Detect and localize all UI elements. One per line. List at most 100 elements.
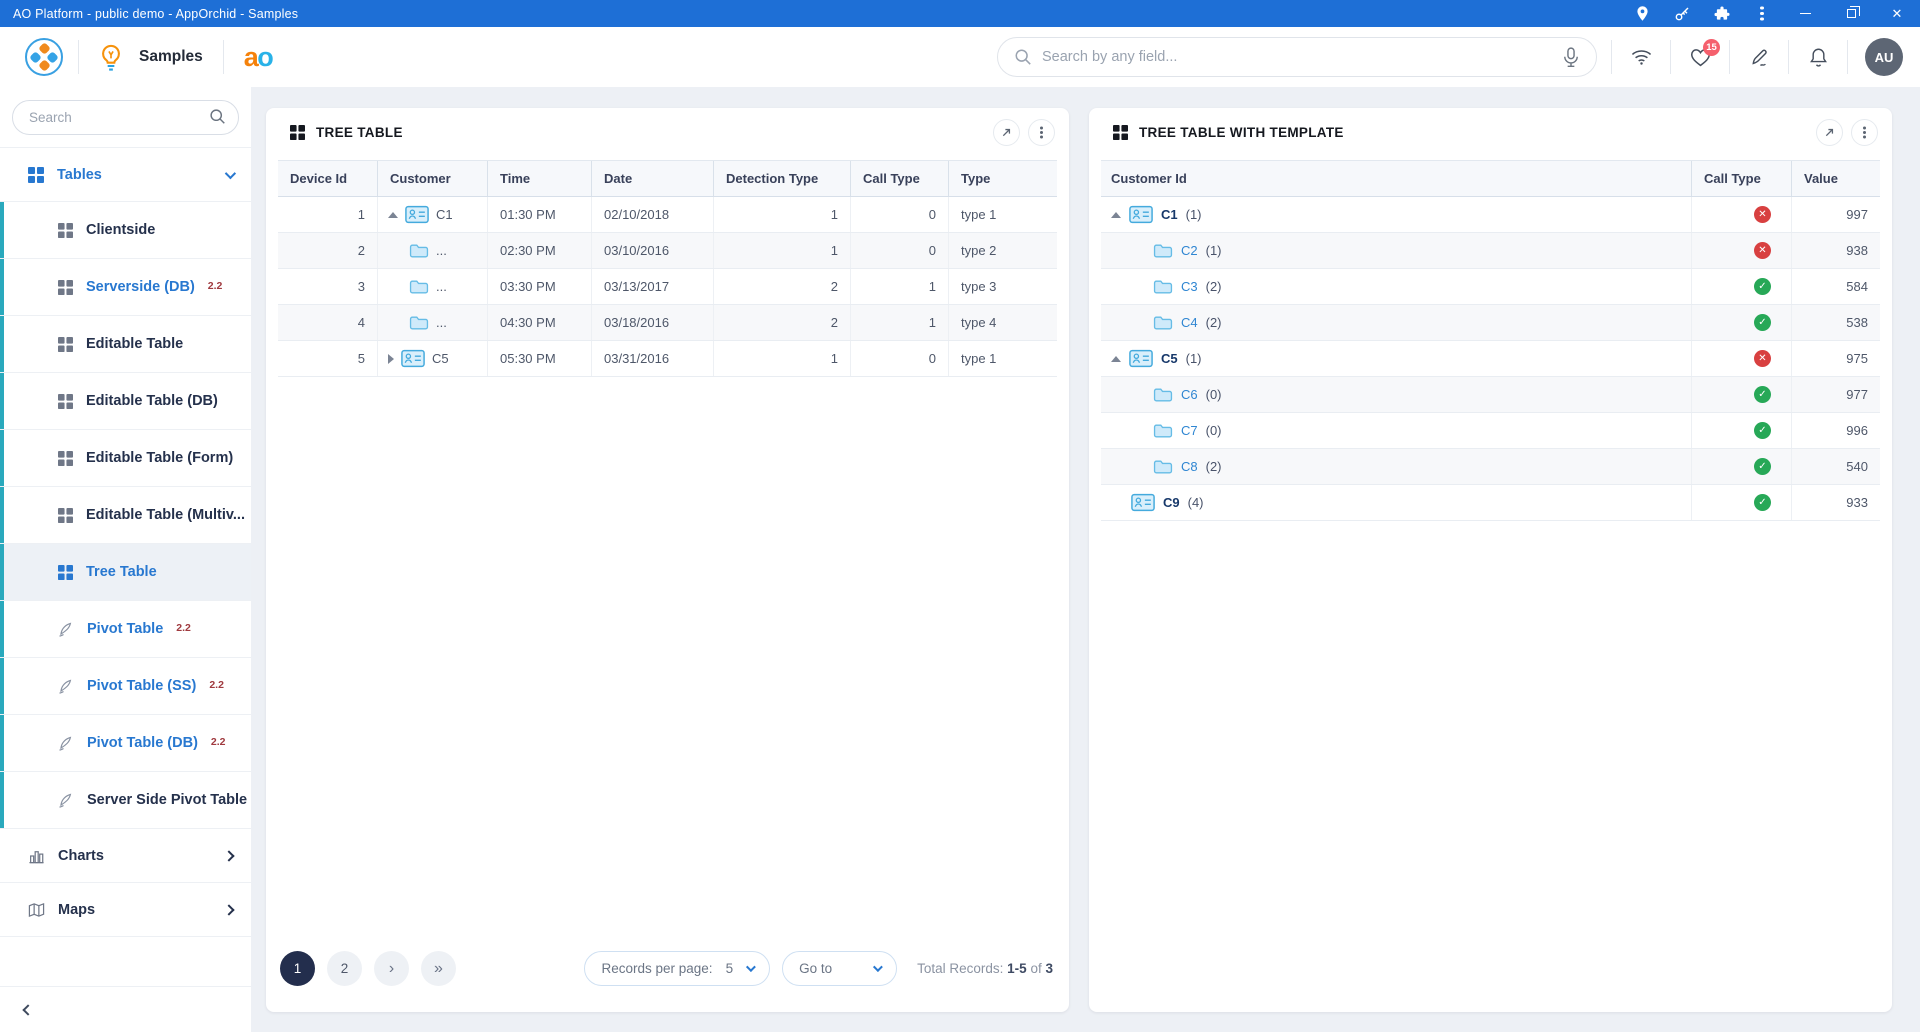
column-header-device-id[interactable]: Device Id bbox=[278, 161, 378, 196]
logo-petal bbox=[38, 59, 51, 72]
microphone-icon[interactable] bbox=[1562, 47, 1580, 68]
notifications-bell-icon[interactable] bbox=[1789, 47, 1847, 68]
records-per-page-label: Records per page: bbox=[601, 961, 712, 976]
collapse-expanded-icon[interactable] bbox=[1111, 212, 1121, 218]
customer-label: ... bbox=[436, 315, 447, 330]
table-row[interactable]: 1 C1 01:30 PM 02/10/2018 1 0 type 1 bbox=[278, 197, 1057, 233]
sidebar-item-pivot-table-ss[interactable]: Pivot Table (SS) 2.2 bbox=[0, 658, 251, 715]
cell-customer-id: C1(1) bbox=[1101, 197, 1692, 232]
success-status-icon bbox=[1754, 278, 1771, 295]
sidebar-item-label: Tree Table bbox=[86, 564, 157, 580]
table-row[interactable]: 5 C5 05:30 PM 03/31/2016 1 0 type 1 bbox=[278, 341, 1057, 377]
page-button-2[interactable]: 2 bbox=[327, 951, 362, 986]
cell-call-type bbox=[1692, 305, 1792, 340]
sidebar-section-maps[interactable]: Maps bbox=[0, 883, 251, 937]
customer-count: (2) bbox=[1206, 459, 1222, 474]
table-row[interactable]: C6(0) 977 bbox=[1101, 377, 1880, 413]
column-header-customer[interactable]: Customer bbox=[378, 161, 488, 196]
minimize-button[interactable] bbox=[1782, 0, 1828, 27]
global-search-input[interactable] bbox=[1042, 49, 1552, 65]
column-header-customer-id[interactable]: Customer Id bbox=[1101, 161, 1692, 196]
open-in-new-icon[interactable] bbox=[993, 119, 1020, 146]
signature-pen-icon[interactable] bbox=[1730, 47, 1788, 68]
sidebar-item-tree-table[interactable]: Tree Table bbox=[0, 544, 251, 601]
extensions-puzzle-icon[interactable] bbox=[1702, 0, 1742, 27]
page-button-1[interactable]: 1 bbox=[280, 951, 315, 986]
panel-header: TREE TABLE bbox=[266, 108, 1069, 156]
cell-call-type: 0 bbox=[851, 341, 949, 376]
close-button[interactable] bbox=[1874, 0, 1920, 27]
lightbulb-icon[interactable] bbox=[99, 44, 123, 71]
column-header-call-type[interactable]: Call Type bbox=[1692, 161, 1792, 196]
collapse-expanded-icon[interactable] bbox=[388, 212, 398, 218]
panel-menu-icon[interactable] bbox=[1851, 119, 1878, 146]
last-page-button[interactable]: » bbox=[421, 951, 456, 986]
cell-date: 03/10/2016 bbox=[592, 233, 714, 268]
customer-count: (0) bbox=[1206, 423, 1222, 438]
sidebar-search-input[interactable] bbox=[12, 100, 239, 135]
goto-label: Go to bbox=[799, 961, 832, 976]
sidebar-item-editable-table[interactable]: Editable Table bbox=[0, 316, 251, 373]
wifi-icon[interactable] bbox=[1612, 48, 1670, 66]
sidebar-item-serverside-db[interactable]: Serverside (DB) 2.2 bbox=[0, 259, 251, 316]
user-avatar[interactable]: AU bbox=[1865, 38, 1903, 76]
total-records-label: Total Records: bbox=[917, 961, 1003, 976]
table-row[interactable]: 2 ... 02:30 PM 03/10/2016 1 0 type 2 bbox=[278, 233, 1057, 269]
sidebar-item-server-side-pivot-table[interactable]: Server Side Pivot Table bbox=[0, 772, 251, 829]
table-row[interactable]: C1(1) 997 bbox=[1101, 197, 1880, 233]
open-in-new-icon[interactable] bbox=[1816, 119, 1843, 146]
records-per-page-dropdown[interactable]: Records per page: 5 bbox=[584, 951, 770, 986]
customer-name: C3 bbox=[1181, 279, 1198, 294]
favorites-heart-icon[interactable]: 15 bbox=[1671, 48, 1729, 67]
table-row[interactable]: 4 ... 04:30 PM 03/18/2016 2 1 type 4 bbox=[278, 305, 1057, 341]
app-launcher-logo[interactable] bbox=[25, 38, 63, 76]
table-row[interactable]: C8(2) 540 bbox=[1101, 449, 1880, 485]
column-header-value[interactable]: Value bbox=[1792, 161, 1880, 196]
column-header-date[interactable]: Date bbox=[592, 161, 714, 196]
sidebar-item-pivot-table-db[interactable]: Pivot Table (DB) 2.2 bbox=[0, 715, 251, 772]
table-row[interactable]: C2(1) 938 bbox=[1101, 233, 1880, 269]
expand-collapsed-icon[interactable] bbox=[388, 354, 394, 364]
total-records-count: 3 bbox=[1045, 961, 1053, 976]
folder-icon bbox=[1153, 387, 1173, 403]
browser-menu-icon[interactable] bbox=[1742, 0, 1782, 27]
total-records-of: of bbox=[1030, 961, 1041, 976]
grid-icon bbox=[58, 280, 73, 295]
key-icon[interactable] bbox=[1662, 0, 1702, 27]
cell-date: 02/10/2018 bbox=[592, 197, 714, 232]
next-page-button[interactable]: › bbox=[374, 951, 409, 986]
table-row[interactable]: 3 ... 03:30 PM 03/13/2017 2 1 type 3 bbox=[278, 269, 1057, 305]
collapse-expanded-icon[interactable] bbox=[1111, 356, 1121, 362]
sidebar-section-tables[interactable]: Tables bbox=[0, 148, 251, 202]
table-row[interactable]: C3(2) 584 bbox=[1101, 269, 1880, 305]
cell-call-type bbox=[1692, 377, 1792, 412]
customer-count: (2) bbox=[1206, 315, 1222, 330]
app-title: Samples bbox=[139, 48, 203, 66]
version-badge: 2.2 bbox=[209, 679, 224, 691]
column-header-type[interactable]: Type bbox=[949, 161, 1057, 196]
success-status-icon bbox=[1754, 422, 1771, 439]
table-row[interactable]: C5(1) 975 bbox=[1101, 341, 1880, 377]
success-status-icon bbox=[1754, 494, 1771, 511]
column-header-detection-type[interactable]: Detection Type bbox=[714, 161, 851, 196]
sidebar-section-charts[interactable]: Charts bbox=[0, 829, 251, 883]
sidebar-item-editable-table-form[interactable]: Editable Table (Form) bbox=[0, 430, 251, 487]
table-row[interactable]: C9(4) 933 bbox=[1101, 485, 1880, 521]
sidebar-item-clientside[interactable]: Clientside bbox=[0, 202, 251, 259]
column-header-call-type[interactable]: Call Type bbox=[851, 161, 949, 196]
logo-petal bbox=[46, 51, 59, 64]
goto-page-dropdown[interactable]: Go to bbox=[782, 951, 897, 986]
column-header-time[interactable]: Time bbox=[488, 161, 592, 196]
sidebar-item-pivot-table[interactable]: Pivot Table 2.2 bbox=[0, 601, 251, 658]
table-row[interactable]: C7(0) 996 bbox=[1101, 413, 1880, 449]
restore-button[interactable] bbox=[1828, 0, 1874, 27]
panel-menu-icon[interactable] bbox=[1028, 119, 1055, 146]
location-icon[interactable] bbox=[1622, 0, 1662, 27]
table-row[interactable]: C4(2) 538 bbox=[1101, 305, 1880, 341]
sidebar-item-editable-table-multivalue[interactable]: Editable Table (Multiv... bbox=[0, 487, 251, 544]
total-records: Total Records: 1-5 of 3 bbox=[917, 961, 1053, 976]
sidebar-item-editable-table-db[interactable]: Editable Table (DB) bbox=[0, 373, 251, 430]
cell-time: 04:30 PM bbox=[488, 305, 592, 340]
success-status-icon bbox=[1754, 386, 1771, 403]
sidebar-collapse-button[interactable] bbox=[0, 986, 251, 1032]
